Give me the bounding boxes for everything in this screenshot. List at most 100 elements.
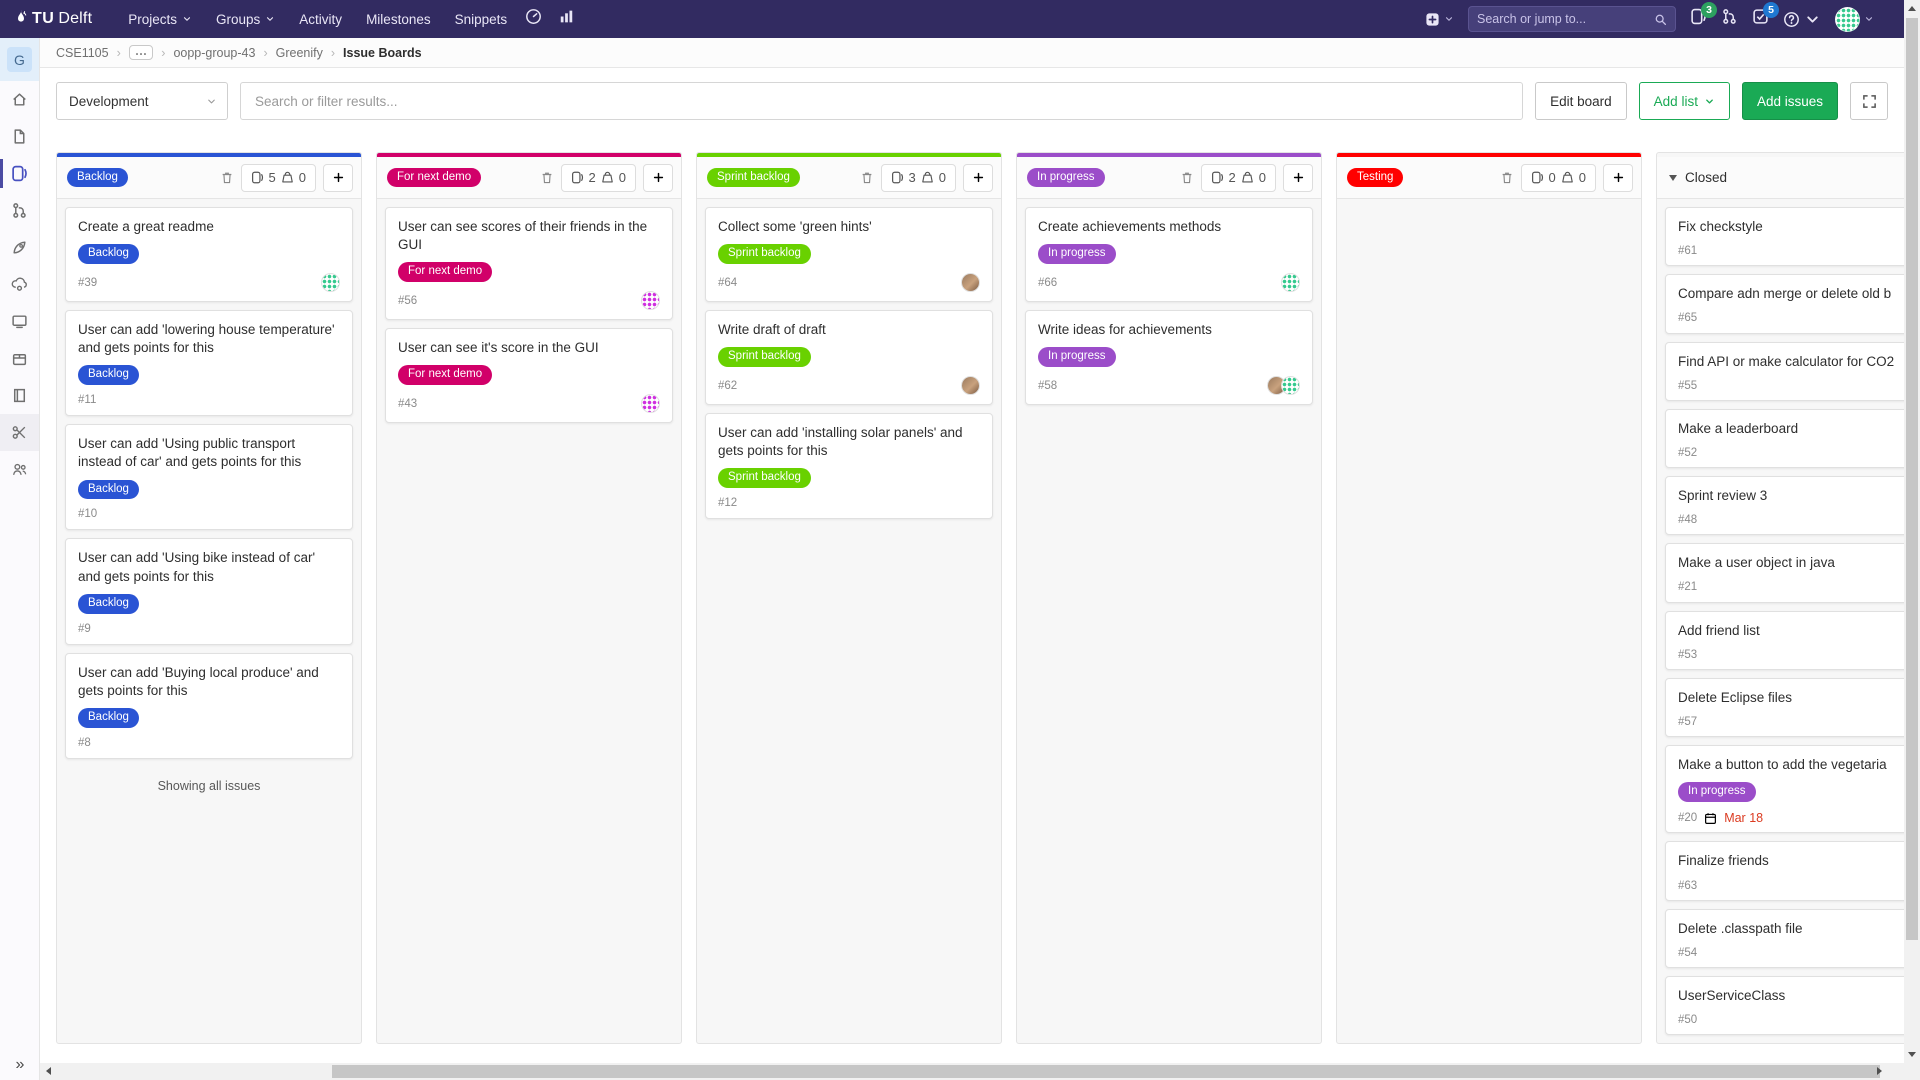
board-filter-input[interactable] <box>240 82 1523 120</box>
issue-title[interactable]: User can add 'Using public transport ins… <box>78 435 340 471</box>
issue-card[interactable]: Collect some 'green hints'Sprint backlog… <box>705 207 993 302</box>
nav-link-activity[interactable]: Activity <box>289 6 352 33</box>
breadcrumb-item[interactable]: CSE1105 <box>56 46 109 60</box>
issue-label-pill[interactable]: Backlog <box>78 708 139 728</box>
gitlab-tudelft-logo[interactable]: TUDelft <box>14 9 92 29</box>
issue-card[interactable]: UserServiceClass#50 <box>1665 976 1904 1035</box>
issue-label-pill[interactable]: Sprint backlog <box>718 347 811 367</box>
fullscreen-button[interactable] <box>1850 82 1888 120</box>
sidebar-item-package[interactable] <box>0 340 39 377</box>
issue-card[interactable]: Sprint review 3#48 <box>1665 476 1904 535</box>
nav-link-groups[interactable]: Groups <box>206 6 285 33</box>
sidebar-item-operations[interactable] <box>0 266 39 303</box>
column-label-pill[interactable]: For next demo <box>387 168 481 188</box>
assignee-avatar[interactable] <box>321 273 340 292</box>
issue-card[interactable]: User can add 'Using bike instead of car'… <box>65 538 353 644</box>
issue-title[interactable]: Create a great readme <box>78 218 340 236</box>
todos-shortcut[interactable]: 5 <box>1752 8 1769 30</box>
column-label-pill[interactable]: In progress <box>1027 168 1105 188</box>
vertical-scrollbar[interactable] <box>1904 0 1920 1080</box>
issue-card[interactable]: Finalize friends#63 <box>1665 841 1904 900</box>
sidebar-item-snippets[interactable] <box>0 414 39 451</box>
issue-title[interactable]: Add friend list <box>1678 622 1904 640</box>
issue-title[interactable]: Create achievements methods <box>1038 218 1300 236</box>
issue-card[interactable]: Add friend list#53 <box>1665 611 1904 670</box>
vertical-scroll-thumb[interactable] <box>1906 18 1918 940</box>
issue-card[interactable]: Make a leaderboard#52 <box>1665 409 1904 468</box>
add-issue-to-list-button[interactable] <box>323 164 353 192</box>
scroll-right-arrow[interactable] <box>1877 1067 1882 1075</box>
scroll-left-arrow[interactable] <box>46 1067 51 1075</box>
sidebar-item-monitor[interactable] <box>0 303 39 340</box>
issue-title[interactable]: Fix checkstyle <box>1678 218 1904 236</box>
issue-card[interactable]: User can add 'Buying local produce' and … <box>65 653 353 759</box>
scroll-up-arrow[interactable] <box>1908 6 1916 11</box>
issue-label-pill[interactable]: For next demo <box>398 262 492 282</box>
add-issue-to-list-button[interactable] <box>643 164 673 192</box>
edit-board-button[interactable]: Edit board <box>1535 82 1627 120</box>
global-search[interactable] <box>1468 6 1676 32</box>
sidebar-item-rocket[interactable] <box>0 229 39 266</box>
sidebar-item-wiki[interactable] <box>0 377 39 414</box>
issue-title[interactable]: Write draft of draft <box>718 321 980 339</box>
issue-title[interactable]: Compare adn merge or delete old b <box>1678 285 1904 303</box>
scroll-down-arrow[interactable] <box>1908 1052 1916 1057</box>
issue-card[interactable]: Make a button to add the vegetariaIn pro… <box>1665 745 1904 833</box>
issue-label-pill[interactable]: For next demo <box>398 365 492 385</box>
issue-label-pill[interactable]: Backlog <box>78 480 139 500</box>
issue-card[interactable]: Write ideas for achievementsIn progress#… <box>1025 310 1313 405</box>
column-label-pill[interactable]: Backlog <box>67 168 128 188</box>
breadcrumb-item[interactable]: Greenify <box>276 46 323 60</box>
trash-icon[interactable] <box>220 171 234 185</box>
nav-link-snippets[interactable]: Snippets <box>445 6 518 33</box>
assignee-avatar[interactable] <box>961 376 980 395</box>
add-list-button[interactable]: Add list <box>1639 82 1730 120</box>
issue-title[interactable]: UserServiceClass <box>1678 987 1904 1005</box>
sidebar-item-repository[interactable] <box>0 118 39 155</box>
chart-icon[interactable] <box>550 3 583 35</box>
trash-icon[interactable] <box>540 171 554 185</box>
user-menu[interactable] <box>1835 7 1874 32</box>
issue-title[interactable]: Write ideas for achievements <box>1038 321 1300 339</box>
trash-icon[interactable] <box>860 171 874 185</box>
issue-label-pill[interactable]: In progress <box>1678 782 1756 802</box>
horizontal-scroll-thumb[interactable] <box>332 1065 1880 1078</box>
assignee-avatar[interactable] <box>1281 273 1300 292</box>
issue-label-pill[interactable]: Sprint backlog <box>718 468 811 488</box>
add-issue-to-list-button[interactable] <box>963 164 993 192</box>
add-issue-to-list-button[interactable] <box>1603 164 1633 192</box>
issue-card[interactable]: Write draft of draftSprint backlog#62 <box>705 310 993 405</box>
issue-label-pill[interactable]: In progress <box>1038 347 1116 367</box>
issue-title[interactable]: User can add 'lowering house temperature… <box>78 321 340 357</box>
nav-link-projects[interactable]: Projects <box>118 6 202 33</box>
breadcrumb-item[interactable]: oopp-group-43 <box>173 46 255 60</box>
issues-shortcut[interactable]: 3 <box>1690 8 1707 30</box>
issue-card[interactable]: Make a user object in java#21 <box>1665 543 1904 602</box>
sidebar-item-merge-request[interactable] <box>0 192 39 229</box>
issue-card[interactable]: Delete .classpath file#54 <box>1665 909 1904 968</box>
issue-title[interactable]: Make a user object in java <box>1678 554 1904 572</box>
assignee-avatar[interactable] <box>961 273 980 292</box>
column-label-pill[interactable]: Testing <box>1347 168 1403 188</box>
help-dropdown[interactable] <box>1783 11 1821 28</box>
dashboard-icon[interactable] <box>517 3 550 35</box>
issue-title[interactable]: User can add 'Using bike instead of car'… <box>78 549 340 585</box>
issue-title[interactable]: Sprint review 3 <box>1678 487 1904 505</box>
issue-card[interactable]: User can add 'lowering house temperature… <box>65 310 353 416</box>
issue-label-pill[interactable]: Backlog <box>78 365 139 385</box>
issue-card[interactable]: Fix checkstyle#61 <box>1665 207 1904 266</box>
sidebar-item-home[interactable] <box>0 81 39 118</box>
sidebar-item-members[interactable] <box>0 451 39 488</box>
assignee-avatar[interactable] <box>641 394 660 413</box>
project-avatar[interactable]: G <box>7 47 32 72</box>
issue-title[interactable]: User can add 'Buying local produce' and … <box>78 664 340 700</box>
issue-card[interactable]: User can see scores of their friends in … <box>385 207 673 320</box>
breadcrumb-item[interactable]: … <box>129 45 154 60</box>
breadcrumb-current[interactable]: Issue Boards <box>343 46 422 60</box>
issue-title[interactable]: User can see it's score in the GUI <box>398 339 660 357</box>
board-switcher[interactable]: Development <box>56 82 228 120</box>
issue-title[interactable]: User can add 'installing solar panels' a… <box>718 424 980 460</box>
issue-title[interactable]: Delete Eclipse files <box>1678 689 1904 707</box>
add-issues-button[interactable]: Add issues <box>1742 82 1838 120</box>
issue-card[interactable]: Create achievements methodsIn progress#6… <box>1025 207 1313 302</box>
